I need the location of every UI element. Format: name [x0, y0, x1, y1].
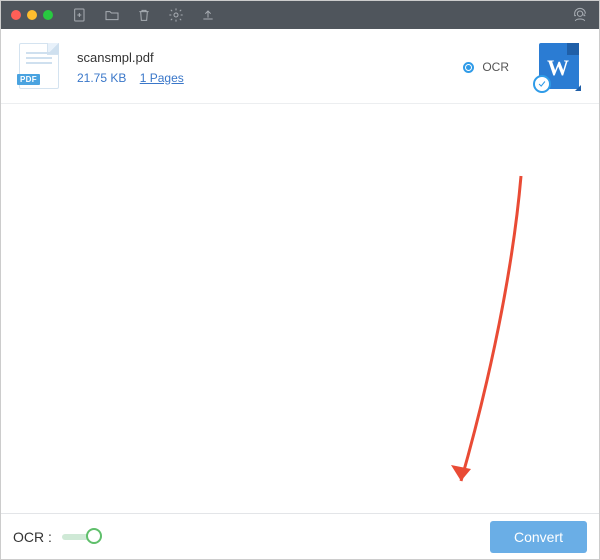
dropdown-corner-icon: [575, 85, 581, 91]
app-window: PDF scansmpl.pdf 21.75 KB 1 Pages OCR W: [0, 0, 600, 560]
word-letter: W: [547, 55, 569, 81]
ocr-toggle-label: OCR :: [13, 529, 52, 545]
bottom-bar: OCR : Convert: [1, 513, 599, 559]
window-controls: [11, 10, 53, 20]
pdf-file-icon: PDF: [19, 43, 61, 91]
empty-area: [1, 104, 599, 513]
close-window-button[interactable]: [11, 10, 21, 20]
file-pages-link[interactable]: 1 Pages: [140, 71, 184, 85]
check-icon: [533, 75, 551, 93]
convert-button[interactable]: Convert: [490, 521, 587, 553]
toolbar-icons: [71, 6, 217, 24]
file-size: 21.75 KB: [77, 71, 126, 85]
file-meta: scansmpl.pdf 21.75 KB 1 Pages: [77, 50, 184, 85]
ocr-indicator-label: OCR: [482, 60, 509, 74]
pdf-badge: PDF: [17, 74, 40, 85]
upload-icon[interactable]: [199, 6, 217, 24]
file-row[interactable]: PDF scansmpl.pdf 21.75 KB 1 Pages OCR W: [1, 29, 599, 104]
trash-icon[interactable]: [135, 6, 153, 24]
folder-icon[interactable]: [103, 6, 121, 24]
file-name: scansmpl.pdf: [77, 50, 184, 65]
ocr-indicator[interactable]: OCR: [463, 60, 509, 74]
minimize-window-button[interactable]: [27, 10, 37, 20]
titlebar: [1, 1, 599, 29]
add-file-icon[interactable]: [71, 6, 89, 24]
zoom-window-button[interactable]: [43, 10, 53, 20]
ocr-radio-icon: [463, 62, 474, 73]
output-format-word-icon[interactable]: W: [539, 43, 581, 91]
support-icon[interactable]: [571, 6, 589, 24]
gear-icon[interactable]: [167, 6, 185, 24]
file-list: PDF scansmpl.pdf 21.75 KB 1 Pages OCR W: [1, 29, 599, 104]
ocr-toggle[interactable]: [62, 529, 102, 545]
